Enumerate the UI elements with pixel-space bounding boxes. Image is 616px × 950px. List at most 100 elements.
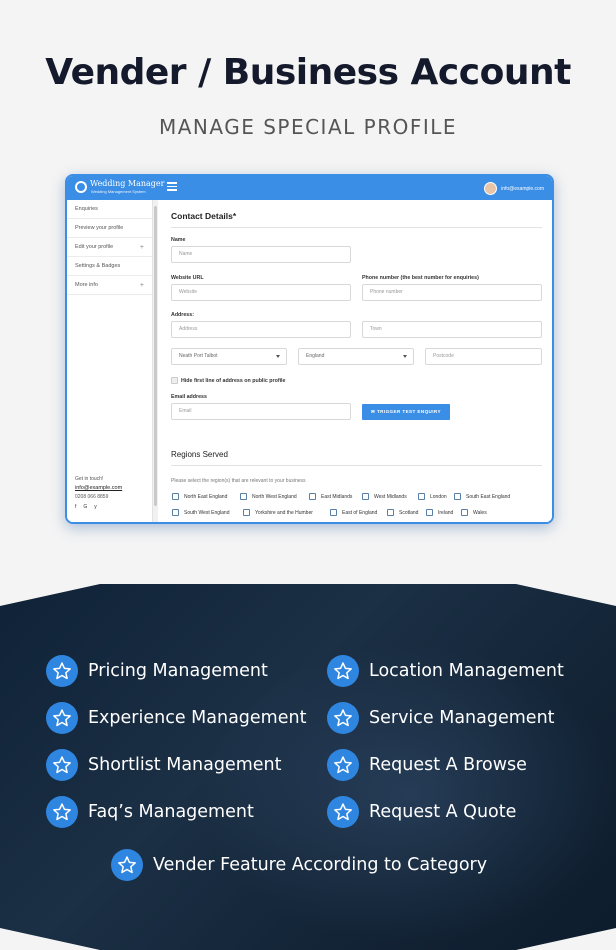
region-label: Scotland bbox=[399, 510, 419, 516]
notch-decoration bbox=[516, 928, 616, 950]
chevron-down-icon bbox=[276, 355, 280, 358]
region-label: East of England bbox=[342, 510, 378, 516]
contact-email-link[interactable]: info@example.com bbox=[75, 485, 149, 491]
feature-item: Service Management bbox=[327, 702, 555, 734]
user-email: info@example.com bbox=[501, 185, 544, 192]
postcode-input[interactable]: Postcode bbox=[425, 348, 542, 365]
twitter-icon[interactable]: y bbox=[94, 504, 97, 510]
star-icon bbox=[327, 749, 359, 781]
sidebar-item-label: Enquiries bbox=[75, 206, 98, 212]
feature-item: Request A Browse bbox=[327, 749, 527, 781]
feature-item: Request A Quote bbox=[327, 796, 516, 828]
region-label: Wales bbox=[473, 510, 487, 516]
background-glow bbox=[200, 644, 616, 944]
region-label: South West England bbox=[184, 510, 230, 516]
regions-heading: Regions Served bbox=[171, 450, 228, 459]
chevron-down-icon bbox=[403, 355, 407, 358]
county-select-value: Neath Port Talbot bbox=[179, 353, 218, 359]
region-checkbox[interactable] bbox=[461, 509, 468, 516]
sidebar-item-label: Settings & Badges bbox=[75, 263, 121, 269]
sidebar-item-label: More info bbox=[75, 282, 98, 288]
phone-label: Phone number (the best number for enquir… bbox=[362, 275, 479, 281]
county-select[interactable]: Neath Port Talbot bbox=[171, 348, 287, 365]
region-label: Yorkshire and the Humber bbox=[255, 510, 313, 516]
app-header-bar: Wedding Manager Wedding Management Syste… bbox=[67, 176, 552, 200]
name-label: Name bbox=[171, 237, 186, 243]
feature-label: Experience Management bbox=[88, 708, 307, 728]
country-select[interactable]: England bbox=[298, 348, 414, 365]
sidebar-item-edit-profile[interactable]: Edit your profile + bbox=[67, 238, 152, 257]
divider bbox=[171, 227, 542, 228]
notch-decoration bbox=[516, 584, 616, 606]
brand-logo[interactable]: Wedding Manager Wedding Management Syste… bbox=[75, 179, 164, 197]
region-checkbox[interactable] bbox=[418, 493, 425, 500]
region-checkbox[interactable] bbox=[172, 509, 179, 516]
plus-icon[interactable]: + bbox=[140, 276, 144, 295]
region-checkbox[interactable] bbox=[172, 493, 179, 500]
website-label: Website URL bbox=[171, 275, 204, 281]
region-label: North West England bbox=[252, 494, 297, 500]
region-label: South East England bbox=[466, 494, 511, 500]
region-checkbox[interactable] bbox=[309, 493, 316, 500]
feature-label: Request A Quote bbox=[369, 802, 517, 822]
sidebar-item-settings-badges[interactable]: Settings & Badges bbox=[67, 257, 152, 276]
feature-label: Service Management bbox=[369, 708, 555, 728]
region-checkbox[interactable] bbox=[240, 493, 247, 500]
star-icon bbox=[327, 655, 359, 687]
region-label: London bbox=[430, 494, 447, 500]
feature-label: Faq’s Management bbox=[88, 802, 254, 822]
hamburger-menu-icon[interactable] bbox=[167, 182, 177, 191]
feature-item: Faq’s Management bbox=[46, 796, 254, 828]
country-select-value: England bbox=[306, 353, 325, 359]
notch-decoration bbox=[0, 928, 100, 950]
avatar[interactable] bbox=[484, 182, 498, 195]
star-icon bbox=[46, 655, 78, 687]
feature-item: Pricing Management bbox=[46, 655, 268, 687]
star-icon bbox=[111, 849, 143, 881]
star-icon bbox=[327, 702, 359, 734]
trigger-test-enquiry-button[interactable]: ✉ TRIGGER TEST ENQUIRY bbox=[362, 404, 450, 420]
star-icon bbox=[46, 749, 78, 781]
user-menu[interactable]: info@example.com bbox=[484, 181, 544, 196]
feature-item: Location Management bbox=[327, 655, 564, 687]
feature-item: Vender Feature According to Category bbox=[111, 849, 487, 881]
region-checkbox[interactable] bbox=[387, 509, 394, 516]
email-input[interactable]: Email bbox=[171, 403, 351, 420]
sidebar-item-enquiries[interactable]: Enquiries bbox=[67, 200, 152, 219]
phone-input[interactable]: Phone number bbox=[362, 284, 542, 301]
star-icon bbox=[46, 796, 78, 828]
get-in-touch-label: Get in touch! bbox=[75, 476, 104, 482]
trigger-test-enquiry-label: TRIGGER TEST ENQUIRY bbox=[376, 409, 441, 414]
star-icon bbox=[46, 702, 78, 734]
sidebar-item-label: Edit your profile bbox=[75, 244, 114, 250]
town-input[interactable]: Town bbox=[362, 321, 542, 338]
region-checkbox[interactable] bbox=[330, 509, 337, 516]
ring-icon bbox=[75, 181, 87, 193]
regions-hint: Please select the region(s) that are rel… bbox=[171, 478, 306, 484]
sidebar-footer: Get in touch! info@example.com 0208 066 … bbox=[75, 476, 149, 513]
contact-details-heading: Contact Details* bbox=[171, 211, 237, 221]
email-label: Email address bbox=[171, 394, 207, 400]
hide-address-checkbox[interactable] bbox=[171, 377, 178, 384]
divider bbox=[171, 465, 542, 466]
region-label: North East England bbox=[184, 494, 228, 500]
brand-tagline: Wedding Management System bbox=[91, 189, 146, 194]
region-checkbox[interactable] bbox=[454, 493, 461, 500]
address-input[interactable]: Address bbox=[171, 321, 351, 338]
plus-icon[interactable]: + bbox=[140, 238, 144, 257]
region-checkbox[interactable] bbox=[426, 509, 433, 516]
facebook-icon[interactable]: f bbox=[75, 504, 76, 510]
star-icon bbox=[327, 796, 359, 828]
sidebar-item-more-info[interactable]: More info + bbox=[67, 276, 152, 295]
features-section: Pricing Management Experience Management… bbox=[0, 584, 616, 950]
sidebar-item-preview-profile[interactable]: Preview your profile bbox=[67, 219, 152, 238]
name-input[interactable]: Name bbox=[171, 246, 351, 263]
website-input[interactable]: Website bbox=[171, 284, 351, 301]
google-icon[interactable]: G bbox=[83, 504, 87, 510]
region-checkbox[interactable] bbox=[243, 509, 250, 516]
region-checkbox[interactable] bbox=[362, 493, 369, 500]
region-label: Ireland bbox=[438, 510, 454, 516]
page-title: Vender / Business Account bbox=[45, 52, 571, 93]
sidebar: Enquiries Preview your profile Edit your… bbox=[67, 200, 153, 522]
brand-name: Wedding Manager bbox=[90, 179, 165, 188]
